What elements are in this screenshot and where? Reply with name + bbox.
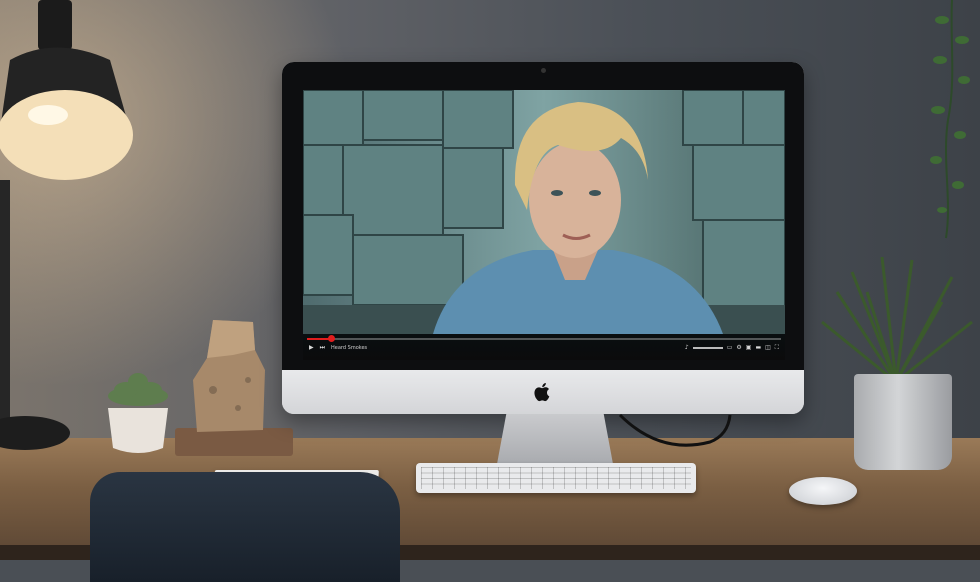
lamp-pole <box>0 180 10 420</box>
next-icon[interactable]: ⏭ <box>320 344 325 352</box>
desk-lamp-shade <box>0 0 133 180</box>
keyboard <box>416 463 696 493</box>
monitor-stand <box>497 414 613 464</box>
video-caption: Heard Smokes <box>331 345 368 351</box>
video-frame[interactable] <box>303 90 785 334</box>
theater-icon[interactable]: ▬ <box>755 344 761 352</box>
mouse <box>789 477 857 505</box>
video-player[interactable]: ▶ ⏭ Heard Smokes ♪ ▭ ⚙ ▣ ▬ ◫ ⛶ <box>303 90 785 360</box>
plant-pot <box>854 374 952 470</box>
player-controls: ▶ ⏭ Heard Smokes ♪ ▭ ⚙ ▣ ▬ ◫ ⛶ <box>303 334 785 360</box>
cast-icon[interactable]: ◫ <box>765 344 771 352</box>
stone-sculpture <box>193 320 265 432</box>
monitor-chin <box>282 370 804 414</box>
volume-slider[interactable] <box>692 347 723 349</box>
hanging-vine <box>930 0 970 239</box>
progress-knob[interactable] <box>327 335 335 342</box>
succulent-plant <box>108 373 168 453</box>
camera-icon <box>541 68 546 73</box>
office-chair <box>90 472 400 582</box>
screen-bezel: ▶ ⏭ Heard Smokes ♪ ▭ ⚙ ▣ ▬ ◫ ⛶ <box>282 62 804 370</box>
play-icon[interactable]: ▶ <box>309 344 314 352</box>
settings-icon[interactable]: ⚙ <box>736 344 741 352</box>
captions-icon[interactable]: ▭ <box>727 344 733 352</box>
keyboard-keys <box>421 467 691 489</box>
progress-bar[interactable] <box>307 335 781 342</box>
volume-icon[interactable]: ♪ <box>685 344 689 352</box>
miniplayer-icon[interactable]: ▣ <box>746 344 752 352</box>
apple-logo-icon <box>534 383 550 402</box>
imac-monitor: ▶ ⏭ Heard Smokes ♪ ▭ ⚙ ▣ ▬ ◫ ⛶ <box>282 62 804 414</box>
potted-plant-leaves <box>821 256 973 384</box>
fullscreen-icon[interactable]: ⛶ <box>775 344 779 352</box>
power-cable <box>618 413 732 447</box>
